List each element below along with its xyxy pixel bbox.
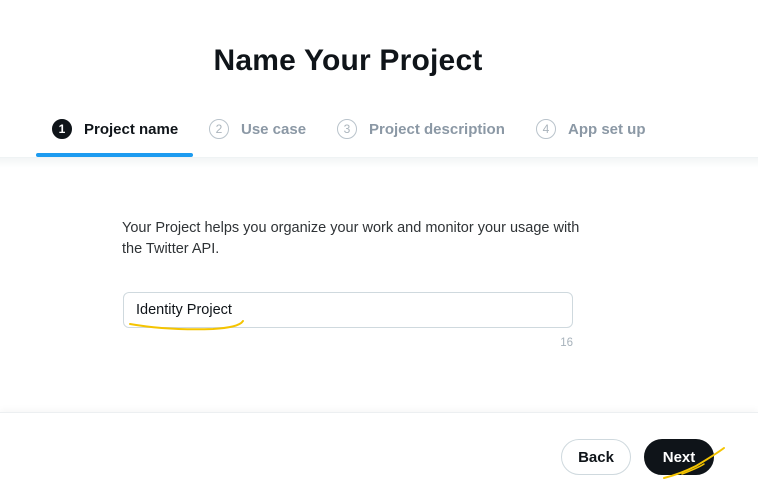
step-label: Project name (84, 120, 179, 138)
step-project-name[interactable]: 1 Project name (52, 108, 178, 158)
header-divider-shadow (0, 158, 758, 168)
active-step-indicator (36, 153, 193, 157)
step-use-case[interactable]: 2 Use case (209, 108, 306, 158)
step-label: Use case (241, 120, 307, 138)
page-title: Name Your Project (213, 44, 483, 77)
step-number-1: 1 (52, 119, 72, 139)
step-label: App set up (568, 120, 646, 138)
step-number-3: 3 (337, 119, 357, 139)
step-app-set-up[interactable]: 4 App set up (536, 108, 646, 158)
back-button[interactable]: Back (561, 439, 631, 475)
stepper: 1 Project name 2 Use case 3 Project desc… (0, 108, 758, 158)
project-description-text: Your Project helps you organize your wor… (122, 220, 580, 257)
handwritten-underline-annotation (129, 320, 244, 331)
step-number-2: 2 (209, 119, 229, 139)
character-count: 16 (560, 337, 573, 349)
handwritten-checkmark-annotation (663, 447, 725, 479)
step-label: Project description (369, 120, 505, 138)
step-number-4: 4 (536, 119, 556, 139)
step-project-description[interactable]: 3 Project description (337, 108, 505, 158)
